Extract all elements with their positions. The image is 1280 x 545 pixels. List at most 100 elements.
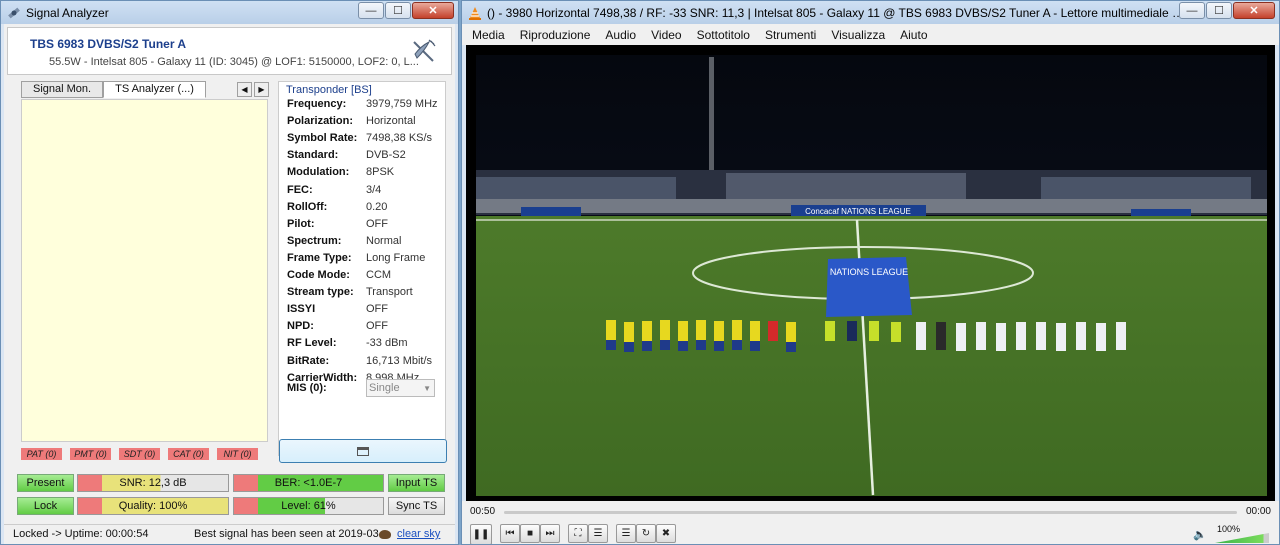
param-row: Frame Type: Long Frame — [287, 252, 447, 268]
cat-badge: CAT (0) — [168, 448, 209, 460]
vlc-window-title: () - 3980 Horizontal 7498,38 / RF: -33 S… — [487, 5, 1187, 20]
param-label: Code Mode: — [287, 269, 350, 281]
football-stadium-scene: Concacaf NATIONS LEAGUE NATIONS LEAGUE — [476, 55, 1267, 496]
ts-list[interactable] — [21, 99, 268, 442]
param-label: FEC: — [287, 183, 313, 196]
pmt-badge: PMT (0) — [70, 448, 111, 460]
param-label: Standard: — [287, 149, 339, 162]
loop-button[interactable]: ↻ — [636, 524, 656, 543]
param-value: 3/4 — [366, 183, 382, 196]
satellite-icon — [8, 7, 20, 18]
vlc-window: () - 3980 Horizontal 7498,38 / RF: -33 S… — [461, 0, 1280, 545]
param-value: -33 dBm — [366, 337, 408, 350]
lock-indicator: Lock — [17, 497, 74, 515]
param-value: Horizontal — [366, 115, 416, 128]
param-label: BitRate: — [287, 354, 330, 367]
window-icon — [357, 446, 369, 456]
vlc-maximize-button[interactable]: ☐ — [1206, 2, 1232, 19]
param-row: NPD: OFF — [287, 320, 447, 336]
tab-scroll-left-button[interactable]: ◀ — [237, 82, 252, 97]
playback-controls: ❚❚ ⏮ ■ ⏭ ⛶ ☰ ☰ ↻ ✖ 🔈 100% — [462, 523, 1279, 544]
param-value: Transport — [366, 286, 413, 299]
param-value: Normal — [366, 234, 402, 247]
tab-scroll-right-button[interactable]: ▶ — [254, 82, 269, 97]
tuner-name: TBS 6983 DVBS/S2 Tuner A — [30, 37, 187, 51]
param-value: OFF — [366, 217, 388, 230]
mis-value: Single — [369, 382, 400, 394]
fullscreen-button[interactable]: ⛶ — [568, 524, 588, 543]
param-row: RollOff: 0.20 — [287, 201, 447, 217]
transponder-panel: Transponder [BS] Frequency: 3979,759 MHz P… — [278, 81, 446, 456]
param-row: Stream type: Transport — [287, 286, 447, 302]
param-label: Polarization: — [287, 115, 354, 128]
menu-sottotitolo[interactable]: Sottotitolo — [697, 28, 750, 42]
tab-signal-mon[interactable]: Signal Mon. — [21, 81, 104, 98]
param-label: RollOff: — [287, 200, 328, 213]
mis-select[interactable]: Single ▼ — [366, 379, 435, 397]
vlc-close-button[interactable]: ✕ — [1233, 2, 1275, 19]
panel-toggle-button[interactable] — [279, 439, 447, 463]
extended-settings-button[interactable]: ☰ — [588, 524, 608, 543]
next-button[interactable]: ⏭ — [540, 524, 560, 543]
clear-sky-link[interactable]: clear sky — [397, 525, 440, 544]
param-value: 3979,759 MHz — [366, 98, 438, 110]
param-label: RF Level: — [287, 337, 337, 350]
volume-slider[interactable] — [1215, 533, 1269, 543]
menu-strumenti[interactable]: Strumenti — [765, 28, 816, 42]
quality-meter: Quality: 100% — [77, 497, 229, 515]
close-button[interactable]: ✕ — [412, 2, 454, 19]
seek-bar[interactable]: 00:50 00:00 — [462, 501, 1279, 523]
param-row: RF Level: -33 dBm — [287, 337, 447, 353]
previous-button[interactable]: ⏮ — [500, 524, 520, 543]
stadium-banner-text: Concacaf NATIONS LEAGUE — [805, 207, 911, 216]
signal-analyzer-titlebar[interactable]: Signal Analyzer — ☐ ✕ — [1, 1, 458, 24]
snr-meter: SNR: 12,3 dB — [77, 474, 229, 492]
mis-row: MIS (0): Single ▼ — [287, 379, 435, 397]
param-row: Modulation: 8PSK — [287, 166, 447, 182]
mis-label: MIS (0): — [287, 382, 327, 394]
vlc-titlebar[interactable]: () - 3980 Horizontal 7498,38 / RF: -33 S… — [462, 1, 1279, 24]
video-frame[interactable]: Concacaf NATIONS LEAGUE NATIONS LEAGUE — [466, 45, 1275, 501]
level-meter: Level: 61% — [233, 497, 384, 515]
stop-button[interactable]: ■ — [520, 524, 540, 543]
maximize-button[interactable]: ☐ — [385, 2, 411, 19]
param-value: 8PSK — [366, 166, 395, 179]
window-title: Signal Analyzer — [26, 5, 109, 20]
menu-video[interactable]: Video — [651, 28, 681, 42]
param-value: 16,713 Mbit/s — [366, 354, 433, 367]
tuner-header: TBS 6983 DVBS/S2 Tuner A 55.5W - Intelsa… — [7, 27, 452, 75]
param-label: Symbol Rate: — [287, 132, 358, 145]
param-label: Pilot: — [287, 217, 315, 230]
param-value: OFF — [366, 303, 388, 316]
vlc-minimize-button[interactable]: — — [1179, 2, 1205, 19]
menu-aiuto[interactable]: Aiuto — [900, 28, 927, 42]
chevron-down-icon: ▼ — [423, 384, 431, 393]
vlc-menubar: Media Riproduzione Audio Video Sottotito… — [462, 24, 1279, 45]
ber-meter: BER: <1.0E-7 — [233, 474, 384, 492]
weather-icon — [379, 530, 391, 539]
playlist-button[interactable]: ☰ — [616, 524, 636, 543]
menu-audio[interactable]: Audio — [605, 28, 636, 42]
param-row: ISSYI OFF — [287, 303, 447, 319]
volume-percent: 100% — [1217, 524, 1241, 534]
param-label: Frequency: — [287, 98, 347, 110]
pause-button[interactable]: ❚❚ — [470, 524, 492, 544]
seek-track[interactable] — [504, 511, 1237, 514]
nit-badge: NIT (0) — [217, 448, 258, 460]
param-row: FEC: 3/4 — [287, 184, 447, 200]
sdt-badge: SDT (0) — [119, 448, 160, 460]
menu-visualizza[interactable]: Visualizza — [831, 28, 885, 42]
input-ts-indicator: Input TS — [388, 474, 445, 492]
signal-analyzer-window: Signal Analyzer — ☐ ✕ TBS 6983 DVBS/S2 T… — [0, 0, 459, 545]
shuffle-button[interactable]: ✖ — [656, 524, 676, 543]
param-row: Code Mode: CCM — [287, 269, 447, 285]
ber-text: BER: <1.0E-7 — [274, 477, 343, 489]
minimize-button[interactable]: — — [358, 2, 384, 19]
param-label: Stream type: — [287, 286, 354, 299]
tab-ts-analyzer[interactable]: TS Analyzer (...) — [103, 81, 206, 98]
param-label: Spectrum: — [287, 234, 342, 247]
volume-control[interactable]: 🔈 100% — [1191, 524, 1269, 543]
tuner-subtitle: 55.5W - Intelsat 805 - Galaxy 11 (ID: 30… — [49, 56, 419, 68]
menu-riproduzione[interactable]: Riproduzione — [520, 28, 591, 42]
menu-media[interactable]: Media — [472, 28, 505, 42]
